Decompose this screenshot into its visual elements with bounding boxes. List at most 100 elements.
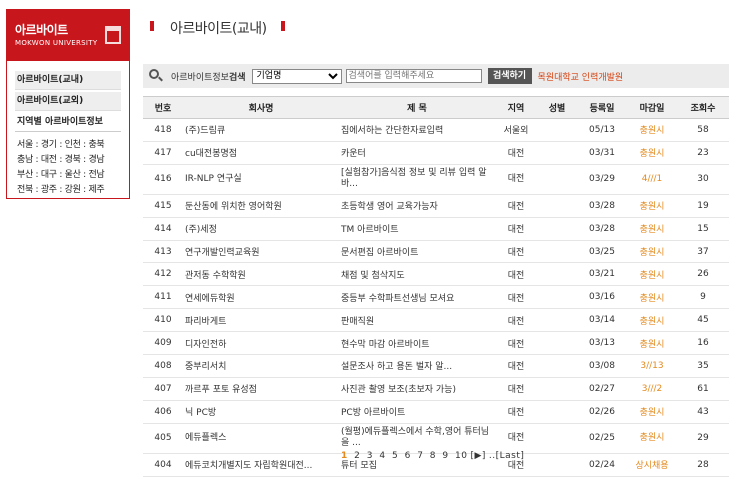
- cell-views: 19: [677, 194, 729, 218]
- cell-company[interactable]: (주)세정: [183, 217, 339, 241]
- cell-title[interactable]: 문서편집 아르바이트: [339, 240, 495, 264]
- region-line[interactable]: 전북 : 광주 : 강원 : 제주: [17, 183, 119, 198]
- cell-title[interactable]: 판매직원: [339, 308, 495, 333]
- cell-title[interactable]: 현수막 마감 아르바이트: [339, 331, 495, 356]
- cell-company[interactable]: IR-NLP 연구실: [183, 164, 339, 195]
- table-row[interactable]: 411 연세에듀학원 중등부 수학파트선생님 모셔요 대전 03/16 충원시 9: [143, 285, 729, 310]
- cell-company[interactable]: 파리바게트: [183, 308, 339, 333]
- table-row[interactable]: 416 IR-NLP 연구실 [실험참가]음식점 정보 및 리뷰 입력 알바... 대…: [143, 164, 729, 195]
- cell-views: 37: [677, 240, 729, 264]
- cell-no: 414: [143, 217, 183, 241]
- cell-title[interactable]: 사진관 촬영 보조(초보자 가능): [339, 377, 495, 401]
- cell-company[interactable]: 디자인전하: [183, 331, 339, 356]
- cell-deadline: 충원시: [627, 331, 677, 356]
- page-link[interactable]: 7: [417, 451, 423, 461]
- cell-views: 15: [677, 217, 729, 241]
- cell-title[interactable]: 설문조사 하고 용돈 벌자 알...: [339, 354, 495, 378]
- cell-title[interactable]: [실험참가]음식점 정보 및 리뷰 입력 알바...: [339, 164, 495, 195]
- page-current[interactable]: 1: [341, 451, 348, 461]
- cell-deadline: 상시채용: [627, 453, 677, 477]
- cell-company[interactable]: 까르푸 포토 유성점: [183, 377, 339, 401]
- cell-no: 412: [143, 262, 183, 287]
- cell-date: 05/13: [577, 118, 627, 142]
- search-input[interactable]: [345, 69, 482, 83]
- cell-company[interactable]: (주)드림큐: [183, 118, 339, 142]
- sidebar-item-campus-jobs[interactable]: 아르바이트(교내): [15, 71, 121, 90]
- cell-title[interactable]: PC방 아르바이트: [339, 400, 495, 424]
- search-label-bold: 검색: [228, 72, 246, 83]
- cell-gender: [537, 285, 577, 310]
- cell-no: 416: [143, 164, 183, 195]
- page-link[interactable]: 2: [354, 451, 360, 461]
- table-row[interactable]: 412 관저동 수학학원 채점 및 첨삭지도 대전 03/21 충원시 26: [143, 262, 729, 287]
- page-link[interactable]: 8: [430, 451, 436, 461]
- page-link[interactable]: 6: [405, 451, 411, 461]
- table-row[interactable]: 418 (주)드림큐 집에서하는 간단한자료입력 서울외 05/13 충원시 58: [143, 118, 729, 142]
- page-link[interactable]: 9: [442, 451, 448, 461]
- header-no: 번호: [143, 96, 183, 119]
- page-link[interactable]: 4: [379, 451, 385, 461]
- table-row[interactable]: 413 연구개발인력교육원 문서편집 아르바이트 대전 03/25 충원시 37: [143, 240, 729, 264]
- cell-title[interactable]: 중등부 수학파트선생님 모셔요: [339, 285, 495, 310]
- cell-company[interactable]: 연구개발인력교육원: [183, 240, 339, 264]
- table-row[interactable]: 407 까르푸 포토 유성점 사진관 촬영 보조(초보자 가능) 대전 02/27 3//…: [143, 377, 729, 401]
- table-row[interactable]: 405 에듀플렉스 (월평)에듀플렉스에서 수학,영어 튜터님을 ... 대전 02/2…: [143, 423, 729, 454]
- table-row[interactable]: 406 닉 PC방 PC방 아르바이트 대전 02/26 충원시 43: [143, 400, 729, 424]
- table-row[interactable]: 417 cu대전봉명점 카운터 대전 03/31 충원시 23: [143, 141, 729, 165]
- cell-title[interactable]: 집에서하는 간단한자료입력: [339, 118, 495, 142]
- cell-date: 03/25: [577, 240, 627, 264]
- cell-company[interactable]: 연세에듀학원: [183, 285, 339, 310]
- page-link[interactable]: 3: [367, 451, 373, 461]
- cell-date: 03/13: [577, 331, 627, 356]
- page-link[interactable]: 10: [455, 451, 467, 461]
- cell-company[interactable]: 닉 PC방: [183, 400, 339, 424]
- cell-date: 02/27: [577, 377, 627, 401]
- cell-date: 02/24: [577, 453, 627, 477]
- table-row[interactable]: 415 둔산동에 위치한 영어학원 초등학생 영어 교육가능자 대전 03/28 충원시 1…: [143, 194, 729, 218]
- table-row[interactable]: 409 디자인전하 현수막 마감 아르바이트 대전 03/13 충원시 16: [143, 331, 729, 356]
- region-line[interactable]: 서울 : 경기 : 인천 : 충북: [17, 138, 119, 153]
- region-line[interactable]: 부산 : 대구 : 울산 : 전남: [17, 168, 119, 183]
- cell-company[interactable]: 에듀코치개별지도 자립학원대전...: [183, 453, 339, 477]
- sidebar-item-regional-jobs[interactable]: 지역별 아르바이트정보: [15, 113, 121, 132]
- cell-title[interactable]: TM 아르바이트: [339, 217, 495, 241]
- cell-company[interactable]: 관저동 수학학원: [183, 262, 339, 287]
- cell-region: 대전: [495, 164, 537, 195]
- page-link[interactable]: 5: [392, 451, 398, 461]
- career-center-link[interactable]: 목원대학교 인력개발원: [538, 70, 624, 83]
- title-bullet-right: [280, 21, 285, 31]
- cell-title[interactable]: 초등학생 영어 교육가능자: [339, 194, 495, 218]
- region-list: 서울 : 경기 : 인천 : 충북 충남 : 대전 : 경북 : 경남 부산 :…: [15, 134, 121, 198]
- cell-deadline: 충원시: [627, 423, 677, 454]
- cell-company[interactable]: 에듀플렉스: [183, 423, 339, 454]
- region-line[interactable]: 충남 : 대전 : 경북 : 경남: [17, 153, 119, 168]
- cell-title[interactable]: 채점 및 첨삭지도: [339, 262, 495, 287]
- sidebar-item-offcampus-jobs[interactable]: 아르바이트(교외): [15, 92, 121, 111]
- last-page-link[interactable]: ..[Last]: [489, 451, 525, 461]
- cell-company[interactable]: 중부리서치: [183, 354, 339, 378]
- cell-date: 03/31: [577, 141, 627, 165]
- cell-deadline: 충원시: [627, 262, 677, 287]
- cell-region: 서울외: [495, 118, 537, 142]
- cell-region: 대전: [495, 285, 537, 310]
- cell-gender: [537, 400, 577, 424]
- cell-views: 26: [677, 262, 729, 287]
- cell-company[interactable]: cu대전봉명점: [183, 141, 339, 165]
- table-row[interactable]: 414 (주)세정 TM 아르바이트 대전 03/28 충원시 15: [143, 217, 729, 241]
- table-row[interactable]: 410 파리바게트 판매직원 대전 03/14 충원시 45: [143, 308, 729, 333]
- cell-title[interactable]: 카운터: [339, 141, 495, 165]
- cell-region: 대전: [495, 400, 537, 424]
- next-page-link[interactable]: [▶]: [470, 451, 485, 461]
- cell-no: 405: [143, 423, 183, 454]
- cell-title[interactable]: (월평)에듀플렉스에서 수학,영어 튜터님을 ...: [339, 423, 495, 454]
- search-button[interactable]: 검색하기: [487, 68, 532, 84]
- title-bullet-left: [150, 21, 154, 31]
- cell-no: 409: [143, 331, 183, 356]
- cell-gender: [537, 164, 577, 195]
- table-row[interactable]: 408 중부리서치 설문조사 하고 용돈 벌자 알... 대전 03/08 3//13 35: [143, 354, 729, 378]
- cell-company[interactable]: 둔산동에 위치한 영어학원: [183, 194, 339, 218]
- cell-views: 35: [677, 354, 729, 378]
- cell-gender: [537, 423, 577, 454]
- cell-no: 410: [143, 308, 183, 333]
- search-field-select[interactable]: 기업명: [251, 68, 342, 84]
